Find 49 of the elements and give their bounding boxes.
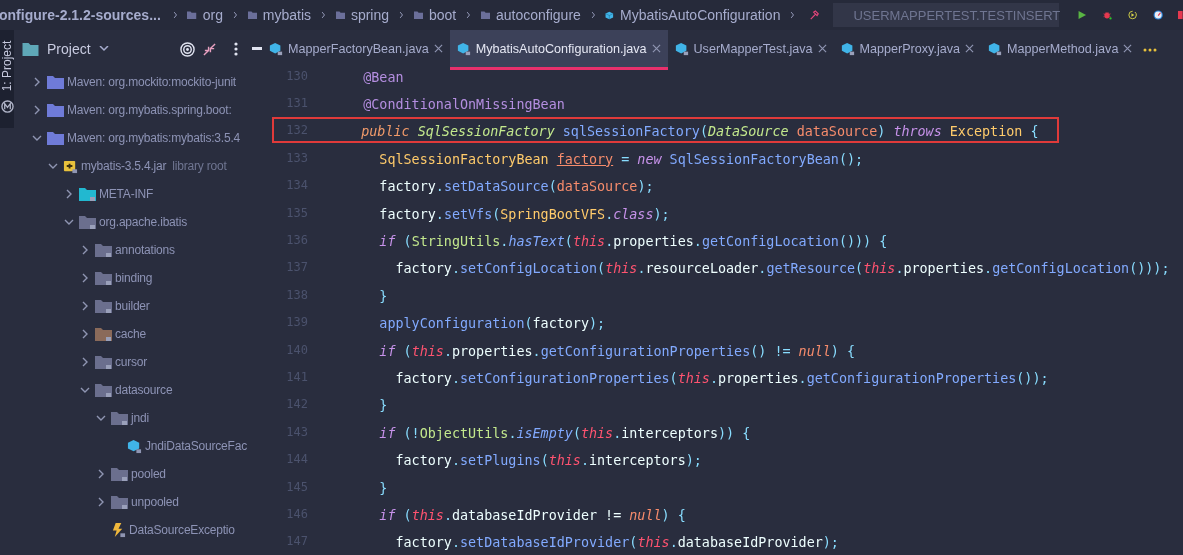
code-line: } [378, 479, 389, 498]
breadcrumb-item[interactable]: MybatisAutoConfiguration [620, 7, 781, 23]
tree-item[interactable]: unpooled [131, 495, 179, 509]
tree-item[interactable]: pooled [131, 467, 166, 481]
code-line: if (this.properties.getConfigurationProperties() != null) { [378, 342, 857, 361]
tree-item-note: library root [172, 159, 227, 173]
code-line: factory.setDatabaseIdProvider(this.databaseIdProvider); [394, 534, 840, 553]
breadcrumb-item[interactable]: mybatis [262, 7, 311, 23]
tree-item[interactable]: Maven: org.mybatis:mybatis:3.5.4 [67, 131, 240, 145]
code-line: factory.setDataSource(dataSource); [378, 178, 655, 197]
editor-tab[interactable]: MapperFactoryBean.java [262, 30, 450, 70]
code-line: factory.setConfigLocation(this.resourceLoader.getResource(this.properties.getConfigLocation())); [394, 260, 1171, 279]
tree-item[interactable]: datasource [115, 383, 173, 397]
tree-item[interactable]: Maven: org.mybatis.spring.boot: [67, 103, 232, 117]
tree-item[interactable]: binding [115, 271, 153, 285]
project-view-selector[interactable]: Project [47, 41, 91, 57]
editor-tab[interactable]: MapperMethod.java [981, 30, 1140, 70]
tree-item[interactable]: META-INF [99, 187, 154, 201]
code-line: @ConditionalOnMissingBean [362, 96, 566, 115]
tree-item[interactable]: Maven: org.mockito:mockito-junit [67, 75, 236, 89]
tree-item[interactable]: JndiDataSourceFac [145, 439, 247, 453]
code-line: } [378, 287, 389, 306]
editor-tab[interactable]: UserMapperTest.java [667, 30, 834, 70]
tree-item[interactable]: DataSourceExceptio [129, 523, 235, 537]
project-name[interactable]: onfigure-2.1.2-sources... [0, 7, 161, 23]
code-line: applyConfiguration(factory); [378, 315, 607, 334]
editor-tab[interactable]: MybatisAutoConfiguration.java [449, 30, 668, 70]
breadcrumb-item[interactable]: autoconfigure [496, 7, 581, 23]
tree-item[interactable]: org.apache.ibatis [99, 215, 187, 229]
code-line: } [378, 397, 389, 416]
tree-item[interactable]: jndi [131, 411, 149, 425]
code-line: factory.setConfigurationProperties(this.properties.getConfigurationProperties()); [394, 370, 1050, 388]
code-line: if (!ObjectUtils.isEmpty(this.interceptors)) { [378, 424, 752, 443]
editor-tab[interactable]: MapperProxy.java [833, 30, 982, 70]
tree-item[interactable]: builder [115, 299, 150, 313]
tree-item[interactable]: cache [115, 327, 147, 341]
tree-item[interactable]: cursor [115, 355, 148, 369]
code-line: factory.setPlugins(this.interceptors); [394, 452, 703, 471]
breadcrumb-item[interactable]: org [202, 7, 223, 23]
breadcrumb-item[interactable]: spring [350, 7, 389, 23]
code-line: @Bean [362, 70, 405, 87]
run-configuration-dropdown[interactable]: USERMAPPERTEST.TESTINSERT [833, 3, 1060, 27]
tree-item[interactable]: annotations [115, 243, 175, 257]
tree-item[interactable]: mybatis-3.5.4.jar [81, 159, 167, 173]
code-line: factory.setVfs(SpringBootVFS.class); [378, 205, 671, 224]
code-line: SqlSessionFactoryBean factory = new SqlSessionFactoryBean(); [378, 150, 865, 169]
code-line: if (this.databaseIdProvider != null) { [378, 506, 687, 525]
breadcrumb-item[interactable]: boot [428, 7, 457, 23]
code-line: if (StringUtils.hasText(this.properties.getConfigLocation())) { [378, 233, 889, 252]
